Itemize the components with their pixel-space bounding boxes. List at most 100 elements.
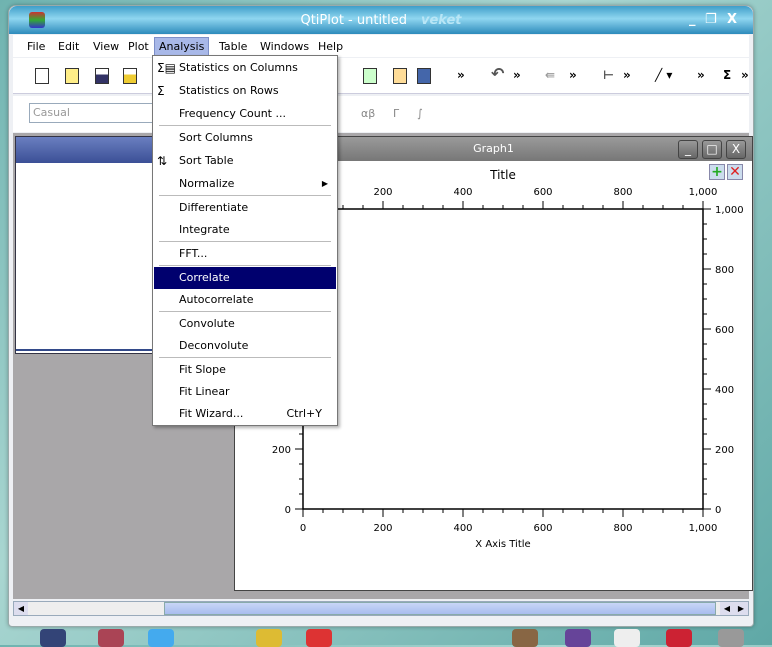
toolbar-overflow-icon[interactable]: » — [513, 68, 521, 82]
menu-separator — [159, 125, 331, 126]
font-select[interactable]: Casual — [29, 103, 154, 123]
menu-item-label: Statistics on Rows — [179, 84, 279, 97]
y-right-tick-label: 400 — [715, 385, 734, 396]
submenu-arrow-icon: ▶ — [321, 179, 328, 188]
menu-item-deconvolute[interactable]: Deconvolute — [154, 335, 336, 357]
dock-app-icon[interactable] — [256, 629, 282, 647]
main-toolbar: » ↶ » ⇚ » ⊢ » ╱ ▾ » Σ » — [13, 58, 749, 94]
toolbar-overflow-icon[interactable]: » — [623, 68, 631, 82]
dock-app-icon[interactable] — [565, 629, 591, 647]
menu-item-label: FFT... — [179, 247, 208, 260]
menu-item-sort-columns[interactable]: Sort Columns — [154, 127, 336, 149]
menu-windows[interactable]: Windows — [256, 38, 313, 55]
menu-item-convolute[interactable]: Convolute — [154, 313, 336, 335]
menu-item-fit-slope[interactable]: Fit Slope — [154, 359, 336, 381]
menu-item-autocorrelate[interactable]: Autocorrelate — [154, 289, 336, 311]
dock-app-icon[interactable] — [148, 629, 174, 647]
toolbar-overflow-icon[interactable]: » — [697, 68, 705, 82]
dock-app-icon[interactable] — [718, 629, 744, 647]
menu-separator — [159, 265, 331, 266]
import-icon[interactable] — [393, 68, 407, 84]
scroll-left-icon[interactable]: ◀ — [720, 602, 734, 615]
x-tick-label: 400 — [453, 523, 472, 534]
menu-item-label: Frequency Count ... — [179, 107, 286, 120]
shortcut-label: Ctrl+Y — [286, 407, 322, 420]
graph-close-button[interactable]: X — [726, 140, 746, 159]
format-toolbar: Casual αβ Γ ∫ — [13, 96, 749, 132]
menu-help[interactable]: Help — [314, 38, 347, 55]
toolbar-overflow-icon[interactable]: » — [457, 68, 465, 82]
new-note-icon[interactable] — [65, 68, 79, 84]
scroll-left-icon[interactable]: ◀ — [14, 602, 28, 615]
add-layer-icon[interactable]: ⊢ — [603, 68, 614, 82]
menu-item-fit-linear[interactable]: Fit Linear — [154, 381, 336, 403]
menu-table[interactable]: Table — [215, 38, 251, 55]
menu-separator — [159, 311, 331, 312]
watermark: veket — [421, 13, 462, 28]
menu-item-label: Differentiate — [179, 201, 249, 214]
dock — [0, 627, 772, 647]
menu-item-label: Fit Linear — [179, 385, 230, 398]
menu-file[interactable]: File — [23, 38, 49, 55]
menu-separator — [159, 357, 331, 358]
menu-analysis[interactable]: Analysis — [154, 37, 210, 56]
restore-button[interactable]: ❐ — [705, 12, 717, 27]
dock-app-icon[interactable] — [666, 629, 692, 647]
sigma-icon[interactable]: Σ — [723, 68, 731, 82]
menu-edit[interactable]: Edit — [54, 38, 83, 55]
menu-item-sort-table[interactable]: ⇅ Sort Table — [154, 150, 336, 172]
y-right-tick-label: 800 — [715, 265, 734, 276]
save-icon[interactable] — [417, 68, 431, 84]
x-top-tick-label: 600 — [533, 187, 552, 198]
menu-item-differentiate[interactable]: Differentiate — [154, 197, 336, 219]
y-tick-label: 200 — [272, 445, 291, 456]
undo-icon[interactable]: ↶ — [491, 64, 504, 83]
menu-item-frequency-count[interactable]: Frequency Count ... — [154, 103, 336, 125]
graph-maximize-button[interactable]: □ — [702, 140, 722, 159]
y-right-tick-label: 0 — [715, 505, 721, 516]
close-button[interactable]: X — [727, 12, 737, 27]
dock-app-icon[interactable] — [512, 629, 538, 647]
menu-item-statistics-on-columns[interactable]: Σ▤ Statistics on Columns — [154, 57, 336, 79]
scroll-thumb[interactable] — [164, 602, 716, 615]
menu-item-fit-wizard[interactable]: Fit Wizard... Ctrl+Y — [154, 403, 336, 425]
menu-item-integrate[interactable]: Integrate — [154, 219, 336, 241]
open-template-icon[interactable] — [363, 68, 377, 84]
menu-item-correlate[interactable]: Correlate — [154, 267, 336, 289]
data-tool-icon[interactable]: ⇚ — [545, 68, 555, 82]
math-symbols-button[interactable]: ∫ — [417, 107, 423, 120]
x-tick-label: 600 — [533, 523, 552, 534]
menu-item-label: Fit Slope — [179, 363, 226, 376]
x-tick-label: 1,000 — [689, 523, 718, 534]
menu-item-fft[interactable]: FFT... — [154, 243, 336, 265]
greek-lower-button[interactable]: αβ — [361, 107, 375, 120]
menu-view[interactable]: View — [89, 38, 123, 55]
toolbar-overflow-icon[interactable]: » — [741, 68, 749, 82]
dock-app-icon[interactable] — [614, 629, 640, 647]
menu-plot[interactable]: Plot — [124, 38, 153, 55]
scroll-right-icon[interactable]: ▶ — [734, 602, 748, 615]
minimize-button[interactable]: _ — [689, 12, 696, 27]
draw-line-icon[interactable]: ╱ ▾ — [655, 68, 672, 82]
sigma-columns-icon: Σ▤ — [157, 61, 176, 75]
y-right-tick-label: 600 — [715, 325, 734, 336]
new-matrix-icon[interactable] — [123, 68, 137, 84]
y-right-tick-label: 1,000 — [715, 205, 744, 216]
x-tick-label: 200 — [373, 523, 392, 534]
menu-item-normalize[interactable]: Normalize ▶ — [154, 173, 336, 195]
dock-app-icon[interactable] — [40, 629, 66, 647]
new-table-icon[interactable] — [95, 68, 109, 84]
dock-app-icon[interactable] — [98, 629, 124, 647]
x-tick-label: 800 — [613, 523, 632, 534]
y-tick-label: 0 — [285, 505, 291, 516]
new-project-icon[interactable] — [35, 68, 49, 84]
graph-minimize-button[interactable]: _ — [678, 140, 698, 159]
menu-item-label: Integrate — [179, 223, 230, 236]
greek-upper-button[interactable]: Γ — [393, 107, 399, 120]
toolbar-overflow-icon[interactable]: » — [569, 68, 577, 82]
horizontal-scrollbar[interactable]: ◀ ◀ ▶ — [13, 601, 749, 616]
dock-app-icon[interactable] — [306, 629, 332, 647]
menu-item-statistics-on-rows[interactable]: Σ Statistics on Rows — [154, 80, 336, 102]
sort-az-icon: ⇅ — [157, 154, 168, 168]
menu-item-label: Correlate — [179, 271, 230, 284]
